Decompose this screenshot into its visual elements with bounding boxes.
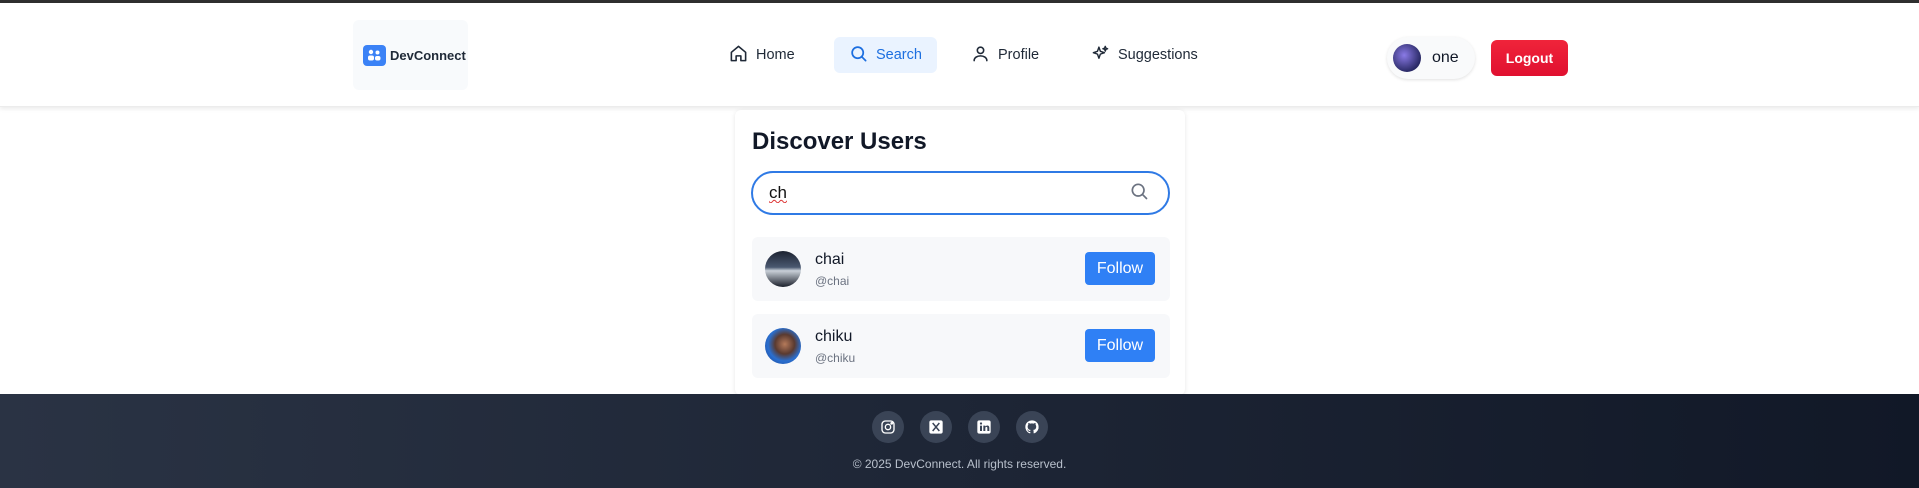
footer: © 2025 DevConnect. All rights reserved. (0, 394, 1919, 488)
instagram-icon[interactable] (872, 411, 904, 443)
nav-suggestions[interactable]: Suggestions (1076, 37, 1213, 73)
nav-search-label: Search (876, 47, 922, 63)
users-icon (363, 44, 386, 66)
user-menu[interactable]: one (1387, 37, 1475, 79)
avatar (765, 251, 801, 287)
search-input[interactable] (769, 183, 1129, 203)
page-title: Discover Users (752, 128, 927, 155)
search-field[interactable] (751, 171, 1170, 215)
search-icon (849, 44, 868, 67)
navbar: DevConnect Home Search Profile Suggestio… (0, 3, 1919, 107)
search-icon (1129, 181, 1149, 206)
nav-profile-label: Profile (998, 47, 1040, 63)
follow-button[interactable]: Follow (1085, 252, 1155, 285)
follow-button[interactable]: Follow (1085, 329, 1155, 362)
user-icon (971, 44, 990, 67)
user-name: chai (815, 251, 845, 268)
user-handle: @chai (815, 274, 850, 288)
user-name: chiku (815, 328, 853, 345)
nav-home[interactable]: Home (714, 37, 810, 73)
user-name: one (1432, 49, 1459, 66)
avatar (1393, 44, 1421, 72)
brand-name: DevConnect (390, 47, 466, 63)
linkedin-icon[interactable] (968, 411, 1000, 443)
avatar (765, 328, 801, 364)
list-item[interactable]: chai @chai Follow (752, 237, 1170, 301)
nav-home-label: Home (756, 47, 795, 63)
x-icon[interactable] (920, 411, 952, 443)
copyright-text: © 2025 DevConnect. All rights reserved. (852, 457, 1067, 471)
nav-suggestions-label: Suggestions (1118, 47, 1198, 63)
discover-users-panel: Discover Users chai @chai Follow chiku @… (735, 110, 1185, 395)
home-icon (729, 44, 748, 67)
user-handle: @chiku (815, 351, 856, 365)
nav-profile[interactable]: Profile (956, 37, 1054, 73)
brand-logo[interactable]: DevConnect (353, 20, 468, 90)
list-item[interactable]: chiku @chiku Follow (752, 314, 1170, 378)
nav-search[interactable]: Search (834, 37, 937, 73)
sparkles-icon (1091, 44, 1110, 67)
logout-button[interactable]: Logout (1491, 40, 1568, 76)
github-icon[interactable] (1016, 411, 1048, 443)
